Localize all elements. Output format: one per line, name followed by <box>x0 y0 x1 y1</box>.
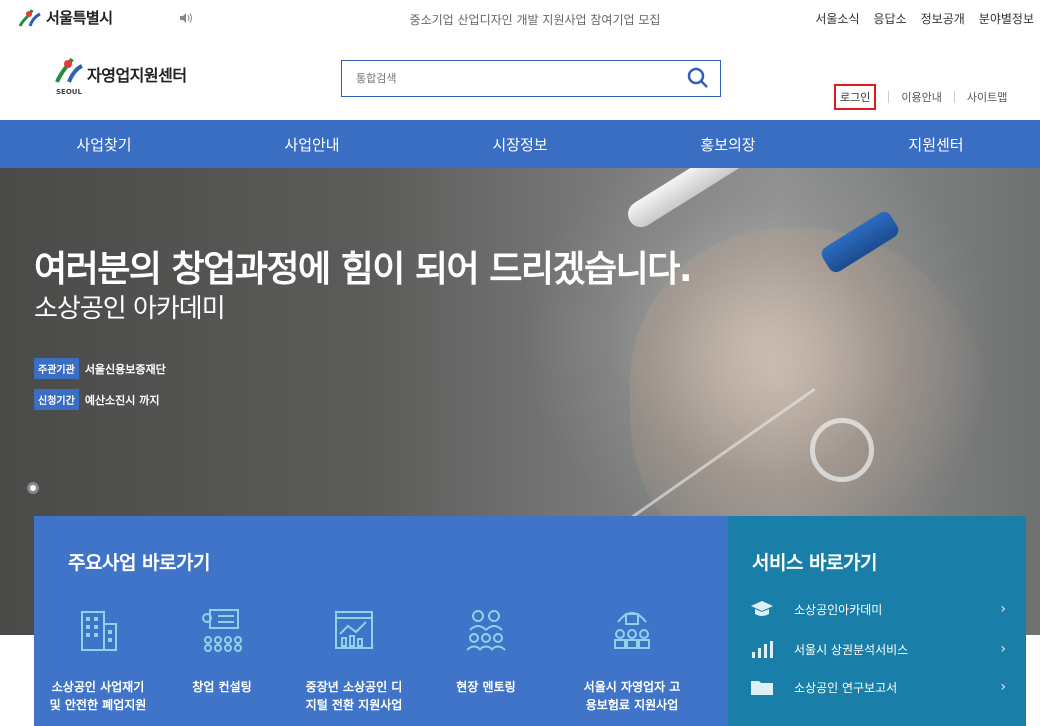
service-shortcuts: 서비스 바로가기 소상공인아카데미 › 서울시 상권분석서비스 › 소상공인 연… <box>728 516 1026 726</box>
service-title: 서비스 바로가기 <box>752 552 877 574</box>
graduation-cap-icon <box>751 601 773 616</box>
site-logo-icon <box>55 57 83 83</box>
quick-item-label: 중장년 소상공인 디지털 전환 지원사업 <box>284 678 424 714</box>
quick-item-insurance-support[interactable]: 서울시 자영업자 고용보험료 지원사업 <box>562 606 702 712</box>
service-item-label: 소상공인 연구보고서 <box>794 680 898 695</box>
folder-icon <box>751 681 773 695</box>
presentation-icon <box>202 609 242 652</box>
service-item-commercial-analysis[interactable]: 서울시 상권분석서비스 › <box>750 638 1010 660</box>
service-item-academy[interactable]: 소상공인아카데미 › <box>750 598 1010 620</box>
label-line1: 서울시 자영업자 고 <box>583 680 681 694</box>
hero-period-row: 신청기간 예산소진시 까지 <box>34 389 159 410</box>
quick-item-startup-consulting[interactable]: 창업 컨설팅 <box>152 606 292 694</box>
quick-item-digital-transition[interactable]: 중장년 소상공인 디지털 전환 지원사업 <box>284 606 424 712</box>
building-icon <box>81 611 117 651</box>
divider <box>888 91 890 103</box>
quick-item-label: 서울시 자영업자 고용보험료 지원사업 <box>562 678 702 714</box>
nav-item-support-center[interactable]: 지원센터 <box>832 120 1040 168</box>
service-item-label: 소상공인아카데미 <box>794 602 883 617</box>
main-nav: 사업찾기 사업안내 시장정보 홍보의장 지원센터 <box>0 120 1040 168</box>
label-line1: 창업 컨설팅 <box>192 680 252 694</box>
main-business-shortcuts: 주요사업 바로가기 소상공인 사업재기및 안전한 폐업지원 창업 컨설팅 중장년… <box>34 516 728 726</box>
hero-host-row: 주관기관 서울신용보증재단 <box>34 358 166 379</box>
sitemap-link[interactable]: 사이트맵 <box>967 89 1007 105</box>
guide-link[interactable]: 이용안내 <box>901 89 941 105</box>
link-info-disclosure[interactable]: 정보공개 <box>921 10 965 27</box>
hero-graphic-ring <box>810 418 874 482</box>
utility-links: 로그인 이용안내 사이트맵 <box>834 84 1007 110</box>
quick-item-label: 창업 컨설팅 <box>152 678 292 696</box>
nav-item-market-info[interactable]: 시장정보 <box>416 120 624 168</box>
slider-pager-dot[interactable] <box>27 482 39 494</box>
link-seoul-news[interactable]: 서울소식 <box>815 10 859 27</box>
quick-item-label: 현장 멘토링 <box>416 678 556 696</box>
link-eungdapso[interactable]: 응답소 <box>874 10 907 27</box>
label-line2: 및 안전한 폐업지원 <box>49 698 147 712</box>
host-tag: 주관기관 <box>34 358 79 379</box>
search-input[interactable] <box>342 61 672 96</box>
host-value: 서울신용보증재단 <box>84 362 166 376</box>
label-line1: 소상공인 사업재기 <box>51 680 145 694</box>
quick-item-field-mentoring[interactable]: 현장 멘토링 <box>416 606 556 694</box>
search-box <box>341 60 721 97</box>
label-line2: 용보험료 지원사업 <box>585 698 679 712</box>
quick-item-restart-support[interactable]: 소상공인 사업재기및 안전한 폐업지원 <box>28 606 168 712</box>
quick-title: 주요사업 바로가기 <box>68 552 210 574</box>
insurance-people-icon <box>614 612 650 649</box>
label-line2: 지털 전환 지원사업 <box>305 698 403 712</box>
chevron-right-icon: › <box>1000 679 1006 695</box>
mentoring-icon <box>466 610 506 651</box>
search-icon[interactable] <box>686 66 710 90</box>
top-links: 서울소식 응답소 정보공개 분야별정보 <box>815 10 1034 27</box>
chevron-right-icon: › <box>1000 641 1006 657</box>
bar-chart-icon <box>752 641 773 658</box>
site-logo-sub: SEOUL <box>56 88 82 96</box>
login-button[interactable]: 로그인 <box>834 84 877 110</box>
nav-item-find-business[interactable]: 사업찾기 <box>0 120 208 168</box>
service-item-label: 서울시 상권분석서비스 <box>794 642 909 657</box>
digital-chart-icon <box>335 611 373 649</box>
label-line1: 현장 멘토링 <box>456 680 516 694</box>
top-bar: 서울특별시 중소기업 산업디자인 개발 지원사업 참여기업 모집 서울소식 응답… <box>0 0 1040 36</box>
hero-title: 여러분의 창업과정에 힘이 되어 드리겠습니다. <box>34 249 693 290</box>
quick-item-label: 소상공인 사업재기및 안전한 폐업지원 <box>28 678 168 714</box>
period-value: 예산소진시 까지 <box>84 393 160 407</box>
chevron-right-icon: › <box>1000 601 1006 617</box>
label-line1: 중장년 소상공인 디 <box>305 680 403 694</box>
service-item-research-report[interactable]: 소상공인 연구보고서 › <box>750 676 1010 698</box>
nav-item-promotion[interactable]: 홍보의장 <box>624 120 832 168</box>
nav-item-business-guide[interactable]: 사업안내 <box>208 120 416 168</box>
hero-subtitle: 소상공인 아카데미 <box>34 294 226 324</box>
site-logo-name: 자영업지원센터 <box>87 66 187 85</box>
divider <box>953 91 955 103</box>
period-tag: 신청기간 <box>34 389 79 410</box>
link-field-info[interactable]: 분야별정보 <box>979 10 1034 27</box>
